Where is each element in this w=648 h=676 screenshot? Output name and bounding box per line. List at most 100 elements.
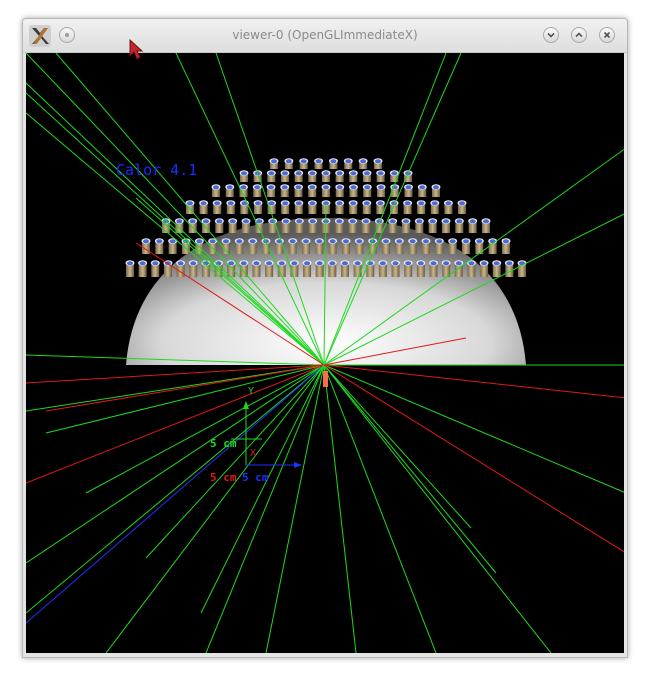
vertex-marker xyxy=(323,371,328,387)
calorimeter-cell xyxy=(321,184,331,197)
calorimeter-cell xyxy=(504,260,514,277)
calorimeter-cell xyxy=(264,260,274,277)
calorimeter-cell xyxy=(267,200,277,214)
calorimeter-cell xyxy=(288,238,298,254)
calorimeter-cell xyxy=(348,200,358,214)
calorimeter-cell xyxy=(294,170,304,182)
calorimeter-cell xyxy=(376,170,386,182)
calorimeter-cell xyxy=(315,260,325,277)
viewer-window: viewer-0 (OpenGLImmediateX) Calor 4.1 Y … xyxy=(22,18,628,658)
calorimeter-cell xyxy=(188,260,198,277)
calorimeter-cell xyxy=(241,218,251,233)
calorimeter-cell xyxy=(226,200,236,214)
calorimeter-cell xyxy=(454,218,464,233)
calorimeter-cell xyxy=(421,238,431,254)
calorimeter-cell xyxy=(294,200,304,214)
calorimeter-cell xyxy=(403,200,413,214)
calorimeter-cell xyxy=(253,200,263,214)
mouse-cursor-icon xyxy=(129,38,144,60)
calorimeter-cell xyxy=(365,260,375,277)
calorimeter-cell xyxy=(335,184,345,197)
particle-track xyxy=(45,364,325,434)
green-scale-label: 5 cm xyxy=(210,437,237,450)
calorimeter-cell xyxy=(362,184,372,197)
calorimeter-cell xyxy=(361,218,371,233)
calorimeter-cell xyxy=(280,184,290,197)
calorimeter-cell xyxy=(254,218,264,233)
calorimeter-cell xyxy=(251,260,261,277)
calorimeter-cell xyxy=(294,218,304,233)
calorimeter-cell xyxy=(376,184,386,197)
calorimeter-cell xyxy=(225,184,235,197)
particle-track xyxy=(323,364,357,653)
calorimeter-cell xyxy=(414,218,424,233)
calorimeter-cell xyxy=(281,218,291,233)
calorimeter-cell xyxy=(343,158,353,169)
calorimeter-cell xyxy=(125,260,135,277)
calorimeter-cell xyxy=(378,260,388,277)
calorimeter-cell xyxy=(381,238,391,254)
calorimeter-cell xyxy=(431,184,441,197)
opengl-viewport[interactable]: Calor 4.1 Y X 5 cm 5 cm 5 cm xyxy=(26,53,624,653)
calorimeter-cell xyxy=(234,238,244,254)
calorimeter-cell xyxy=(354,238,364,254)
calorimeter-cell xyxy=(299,158,309,169)
minimize-button[interactable] xyxy=(543,27,559,43)
calorimeter-cell xyxy=(307,170,317,182)
calorimeter-cell xyxy=(314,238,324,254)
calorimeter-cell xyxy=(335,170,345,182)
calorimeter-cell xyxy=(404,184,413,197)
calorimeter-cell xyxy=(492,260,502,277)
particle-track xyxy=(26,364,325,614)
particle-track xyxy=(323,364,472,529)
particle-track xyxy=(323,364,624,493)
calorimeter-cell xyxy=(348,170,358,182)
calorimeter-cell xyxy=(481,218,491,233)
title-bar[interactable]: viewer-0 (OpenGLImmediateX) xyxy=(23,19,627,53)
calorimeter-cell xyxy=(266,184,276,197)
calorimeter-cell xyxy=(228,218,238,233)
calorimeter-cell xyxy=(479,260,489,277)
particle-track xyxy=(323,364,552,653)
calorimeter-cell xyxy=(294,184,303,197)
calorimeter-cell xyxy=(417,184,427,197)
calorimeter-cell xyxy=(301,238,311,254)
calorimeter-cell xyxy=(307,200,317,214)
calorimeter-cell xyxy=(358,158,368,169)
calorimeter-cell xyxy=(340,260,350,277)
calorimeter-cell xyxy=(353,260,363,277)
calorimeter-cell xyxy=(416,260,426,277)
close-button[interactable] xyxy=(599,27,615,43)
calorimeter-cell xyxy=(266,170,276,182)
maximize-button[interactable] xyxy=(571,27,587,43)
calorimeter-cell xyxy=(416,200,426,214)
calorimeter-cell xyxy=(334,218,344,233)
calorimeter-cell xyxy=(289,260,299,277)
calorimeter-cell xyxy=(461,238,471,254)
calorimeter-cell xyxy=(468,218,478,233)
calorimeter-cell xyxy=(391,260,401,277)
calorimeter-cell xyxy=(428,218,438,233)
calorimeter-cell xyxy=(388,218,398,233)
calorimeter-cell xyxy=(261,238,271,254)
detector-scene[interactable] xyxy=(26,53,624,653)
particle-track xyxy=(45,364,325,412)
calorimeter-cell xyxy=(321,170,331,182)
calorimeter-cell xyxy=(430,200,440,214)
calorimeter-cell xyxy=(328,238,338,254)
calorimeter-cell xyxy=(211,184,221,197)
calorimeter-cell xyxy=(199,200,209,214)
calorimeter-cell xyxy=(214,218,224,233)
calorimeter-cell xyxy=(362,170,372,182)
calorimeter-cell xyxy=(328,158,338,169)
axis-y-label: Y xyxy=(248,386,255,397)
calorimeter-cell xyxy=(269,158,279,169)
particle-track xyxy=(145,364,325,559)
blue-scale-label: 5 cm xyxy=(242,471,269,484)
calorimeter-cell xyxy=(280,200,290,214)
calorimeter-cell xyxy=(441,218,451,233)
calorimeter-cell xyxy=(466,260,476,277)
window-title: viewer-0 (OpenGLImmediateX) xyxy=(232,28,418,42)
particle-track xyxy=(200,364,325,614)
calorimeter-cell xyxy=(168,238,178,254)
